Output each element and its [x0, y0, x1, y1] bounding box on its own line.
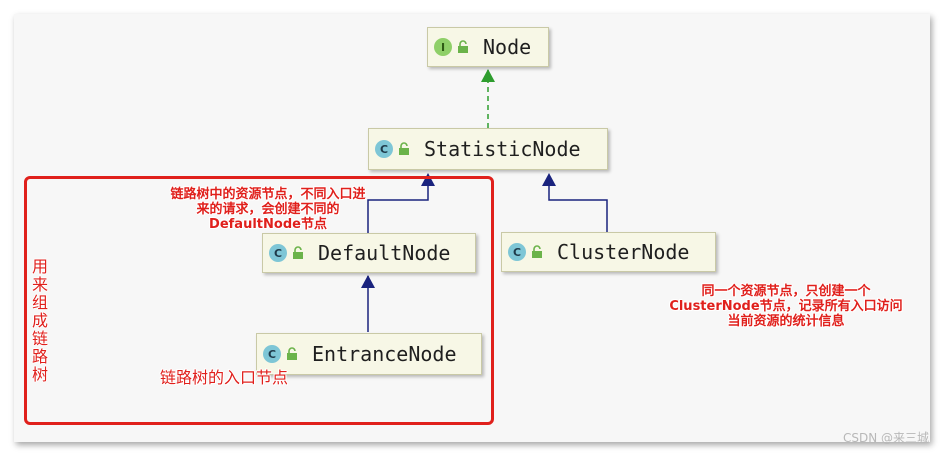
annotation-line: 当前资源的统计信息	[727, 314, 845, 329]
default-node-class[interactable]: C DefaultNode	[262, 233, 476, 273]
node-interface[interactable]: I Node	[427, 27, 549, 67]
annotation-line: 来的请求，会创建不同的	[196, 202, 340, 217]
class-icon: C	[508, 243, 526, 261]
label-line: 链路	[31, 329, 48, 366]
class-icon: C	[263, 345, 281, 363]
label-line: 树	[31, 365, 48, 384]
cluster-node-label: ClusterNode	[557, 240, 690, 264]
lock-open-icon	[293, 246, 303, 259]
label-line: 用来	[31, 257, 48, 294]
arrowhead-implements	[481, 69, 495, 82]
annotation-line: DefaultNode节点	[209, 217, 327, 232]
lock-open-icon	[399, 142, 409, 155]
arrowhead-cluster	[542, 173, 556, 186]
lock-open-icon	[532, 245, 542, 258]
cluster-node-class[interactable]: C ClusterNode	[501, 232, 716, 272]
class-icon: C	[375, 140, 393, 158]
edge-cluster-to-statistic	[548, 176, 608, 232]
lock-open-icon	[458, 40, 468, 53]
label-line: 组成	[31, 293, 48, 330]
entrance-node-label: EntranceNode	[312, 342, 457, 366]
watermark: CSDN @来三城	[842, 431, 929, 445]
cluster-node-annotation: 同一个资源节点，只创建一个 ClusterNode节点，记录所有入口访问 当前资…	[648, 284, 924, 329]
chain-tree-label: 用来 组成 链路 树	[30, 258, 50, 384]
statistic-node-class[interactable]: C StatisticNode	[368, 128, 608, 170]
default-node-annotation: 链路树中的资源节点，不同入口进 来的请求，会创建不同的 DefaultNode节…	[128, 187, 408, 232]
node-label: Node	[483, 35, 532, 59]
lock-open-icon	[287, 347, 297, 360]
annotation-line: ClusterNode节点，记录所有入口访问	[669, 299, 903, 314]
default-node-label: DefaultNode	[318, 241, 451, 265]
class-icon: C	[269, 244, 287, 262]
interface-icon: I	[434, 38, 452, 56]
annotation-line: 链路树中的资源节点，不同入口进	[170, 187, 366, 202]
statistic-node-label: StatisticNode	[424, 137, 581, 161]
annotation-line: 同一个资源节点，只创建一个	[701, 284, 871, 299]
entrance-node-annotation: 链路树的入口节点	[160, 368, 289, 387]
